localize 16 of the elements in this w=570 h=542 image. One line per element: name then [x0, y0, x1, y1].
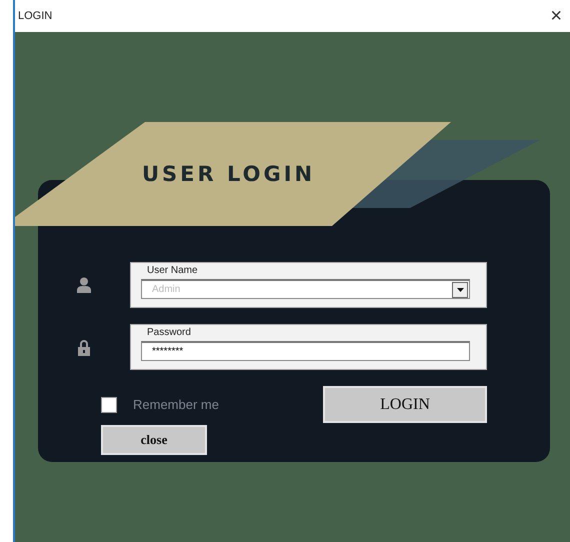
field-legend: User Name	[145, 265, 470, 277]
login-button[interactable]: LOGIN	[323, 386, 487, 423]
close-button[interactable]: ×	[548, 4, 564, 28]
close-button[interactable]: close	[101, 425, 207, 455]
window-title: LOGIN	[18, 10, 52, 22]
remember-checkbox[interactable]	[101, 396, 117, 412]
caret-icon	[456, 288, 464, 292]
dropdown-button[interactable]	[452, 282, 468, 298]
user-icon	[77, 277, 91, 293]
login-title: USER LOGIN	[142, 162, 316, 186]
password-field[interactable]: ********	[141, 341, 470, 361]
field-legend: Password	[145, 327, 470, 339]
username-dropdown[interactable]: Admin	[141, 279, 470, 299]
username-field[interactable]: Admin	[142, 281, 452, 298]
lock-icon	[77, 338, 91, 356]
remember-label: Remember me	[133, 397, 219, 412]
